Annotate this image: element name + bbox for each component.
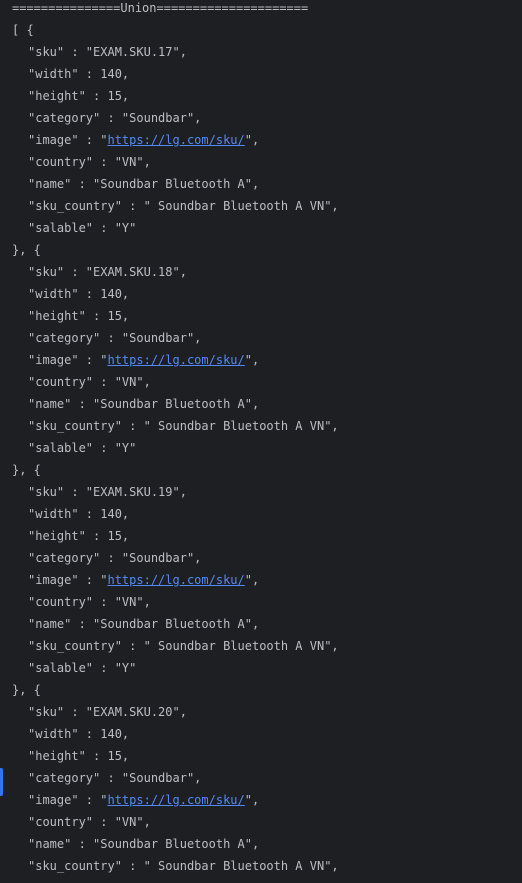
separator-line: ===============Union====================… [12,1,309,15]
image-suffix: ", [244,133,260,147]
record-width: "width" : 140, [28,287,130,301]
record-sku: "sku" : "EXAM.SKU.20", [28,705,187,719]
image-link[interactable]: https://lg.com/sku/ [107,793,244,807]
image-key: "image" : " [28,353,108,367]
record-name: "name" : "Soundbar Bluetooth A", [28,837,260,851]
image-suffix: ", [244,793,260,807]
record-height: "height" : 15, [28,749,130,763]
object-separator-line: }, { [12,463,41,477]
record-sku: "sku" : "EXAM.SKU.19", [28,485,187,499]
record-height: "height" : 15, [28,309,130,323]
record-width: "width" : 140, [28,727,130,741]
record-category: "category" : "Soundbar", [28,111,202,125]
record-name: "name" : "Soundbar Bluetooth A", [28,397,260,411]
record-category: "category" : "Soundbar", [28,771,202,785]
record-category: "category" : "Soundbar", [28,331,202,345]
record-sku: "sku" : "EXAM.SKU.18", [28,265,187,279]
record-sku-country: "sku_country" : " Soundbar Bluetooth A V… [28,639,339,653]
record-image: "image" : "https://lg.com/sku/", [12,569,339,591]
image-key: "image" : " [28,793,108,807]
record-salable: "salable" : "Y" [28,441,137,455]
record-image: "image" : "https://lg.com/sku/", [12,789,339,811]
console-output[interactable]: ===============Union====================… [0,0,522,883]
record-height: "height" : 15, [28,529,130,543]
record-country: "country" : "VN", [28,815,151,829]
record-width: "width" : 140, [28,507,130,521]
array-open-line: [ { [12,23,34,37]
image-link[interactable]: https://lg.com/sku/ [107,353,244,367]
record-width: "width" : 140, [28,67,130,81]
record-category: "category" : "Soundbar", [28,551,202,565]
record-image: "image" : "https://lg.com/sku/", [12,349,339,371]
record-sku: "sku" : "EXAM.SKU.17", [28,45,187,59]
image-link[interactable]: https://lg.com/sku/ [107,133,244,147]
gutter-change-marker [0,768,3,796]
record-height: "height" : 15, [28,89,130,103]
record-sku-country: "sku_country" : " Soundbar Bluetooth A V… [28,419,339,433]
console-lines: ===============Union====================… [12,0,339,877]
record-country: "country" : "VN", [28,595,151,609]
record-name: "name" : "Soundbar Bluetooth A", [28,617,260,631]
record-country: "country" : "VN", [28,155,151,169]
record-name: "name" : "Soundbar Bluetooth A", [28,177,260,191]
object-separator-line: }, { [12,683,41,697]
record-salable: "salable" : "Y" [28,221,137,235]
record-image: "image" : "https://lg.com/sku/", [12,129,339,151]
record-sku-country: "sku_country" : " Soundbar Bluetooth A V… [28,859,339,873]
record-sku-country: "sku_country" : " Soundbar Bluetooth A V… [28,199,339,213]
record-salable: "salable" : "Y" [28,661,137,675]
image-link[interactable]: https://lg.com/sku/ [107,573,244,587]
image-suffix: ", [244,573,260,587]
image-key: "image" : " [28,133,108,147]
image-key: "image" : " [28,573,108,587]
object-separator-line: }, { [12,243,41,257]
record-country: "country" : "VN", [28,375,151,389]
image-suffix: ", [244,353,260,367]
